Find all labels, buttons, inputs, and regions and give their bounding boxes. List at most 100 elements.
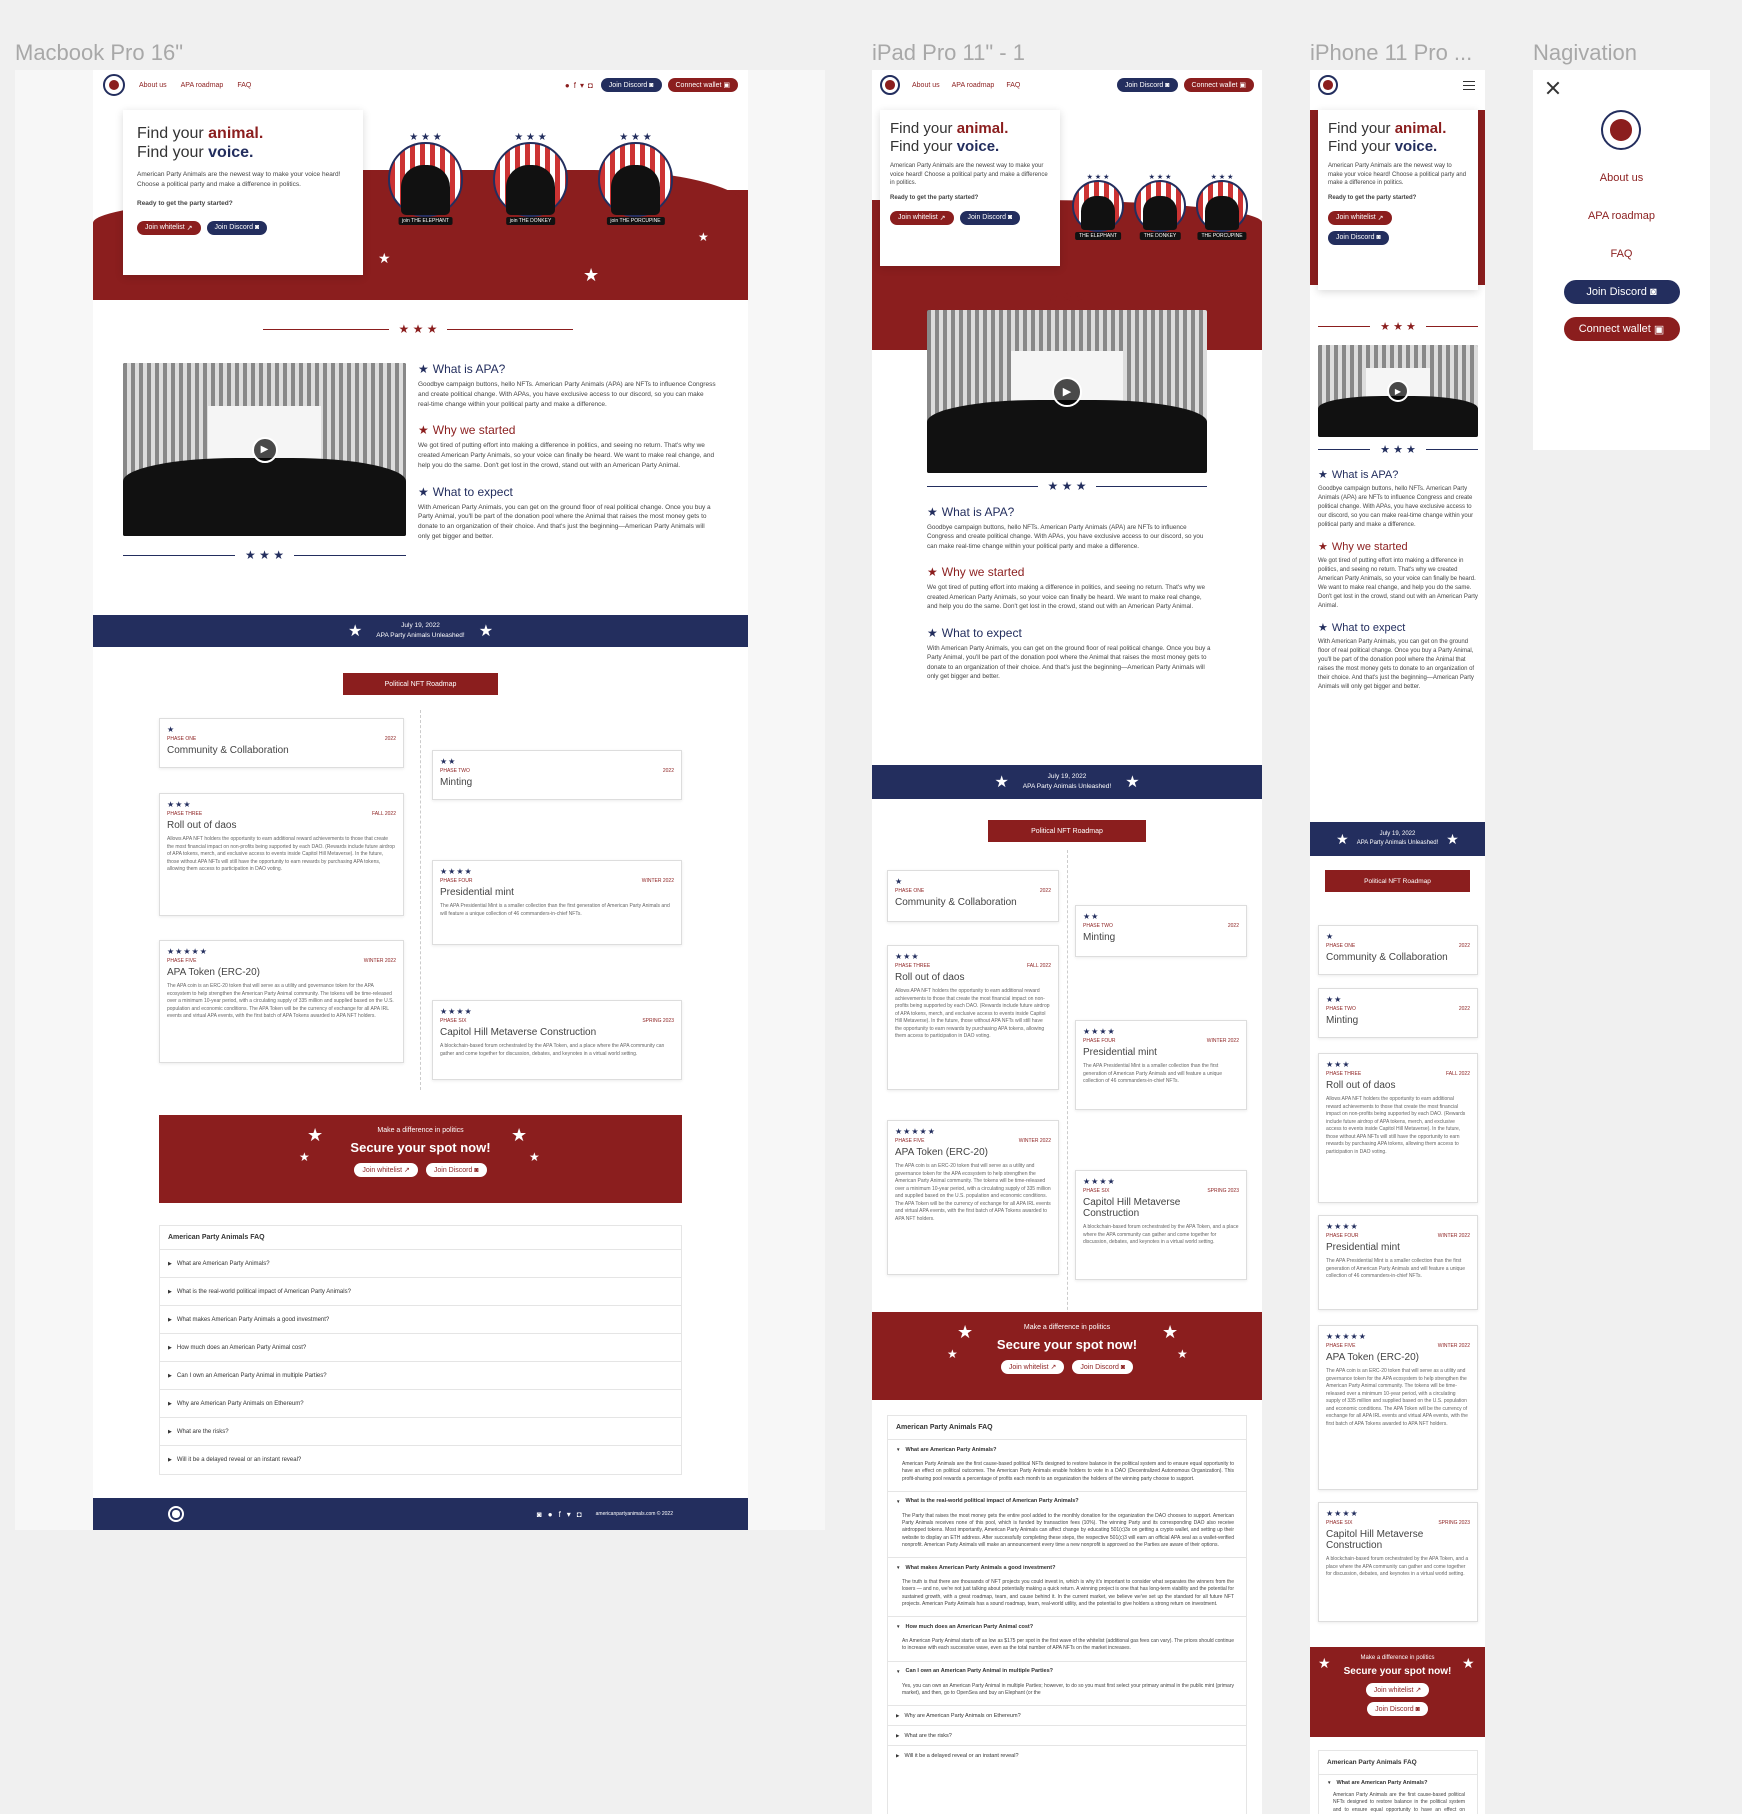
faq-item[interactable]: ▶ What are the risks?: [160, 1417, 681, 1445]
faq-item[interactable]: ▶ What are the risks?: [888, 1725, 1246, 1745]
faq-item[interactable]: ▶ What are American Party Animals?: [160, 1249, 681, 1277]
reddit-icon[interactable]: ●: [565, 81, 570, 90]
faq-item[interactable]: ▼ What is the real-world political impact…: [888, 1490, 1246, 1511]
stars-decoration: ★ ★ ★: [409, 132, 442, 143]
phase-card-3: ★★★ PHASE THREE FALL 2022 Roll out of daos A…: [159, 793, 404, 916]
caret-down-icon: ▼: [896, 1624, 901, 1629]
faq-item[interactable]: ▶ What makes American Party Animals a goo…: [160, 1305, 681, 1333]
star-icon: ★: [957, 1322, 974, 1342]
star-icon: ★: [418, 484, 429, 499]
hero-whitelist-button[interactable]: Join whitelist ↗: [137, 220, 201, 235]
footer-domain[interactable]: americanpartyanimals.com © 2022: [596, 1511, 673, 1517]
faq-item[interactable]: ▼ What makes American Party Animals a goo…: [888, 1557, 1246, 1577]
discord-icon[interactable]: ◙: [537, 1510, 542, 1519]
faq-item[interactable]: ▶ What is the real-world political impact…: [160, 1277, 681, 1305]
nav-about[interactable]: About us: [912, 82, 940, 89]
facebook-icon[interactable]: f: [574, 81, 576, 90]
faq-item[interactable]: ▶ Will it be a delayed reveal or an insta…: [888, 1745, 1246, 1765]
star-icon: ★: [1318, 1655, 1331, 1671]
discord-icon: ◙: [649, 81, 654, 89]
play-icon[interactable]: ▶: [1052, 376, 1082, 407]
hamburger-menu-icon[interactable]: [1463, 81, 1475, 90]
timeline-line: [1067, 850, 1068, 1340]
nav-about[interactable]: About us: [1533, 172, 1710, 184]
faq-item[interactable]: ▶ Why are American Party Animals on Ether…: [888, 1705, 1246, 1725]
join-discord-button[interactable]: Join Discord ◙: [600, 78, 662, 92]
hero-description: American Party Animals are the newest wa…: [890, 163, 1048, 187]
nav-roadmap[interactable]: APA roadmap: [952, 82, 995, 89]
mascot-elephant-label: THE ELEPHANT: [1075, 232, 1121, 240]
apa-logo[interactable]: [880, 75, 900, 95]
faq-item[interactable]: ▼ Can I own an American Party Animal in m…: [888, 1660, 1246, 1681]
star-icon: ★: [927, 625, 938, 640]
nav-roadmap[interactable]: APA roadmap: [181, 82, 224, 89]
faq-question: Why are American Party Animals on Ethere…: [904, 1712, 1021, 1719]
hero-discord-button[interactable]: Join Discord ◙: [959, 210, 1021, 225]
phase-card-2: ★★ PHASE TWO 2022 Minting: [432, 750, 682, 800]
hero-whitelist-button[interactable]: Join whitelist ↗: [890, 210, 954, 225]
instagram-icon[interactable]: ◘: [577, 1510, 582, 1519]
caret-right-icon: ▶: [168, 1316, 172, 1323]
stars-decoration: ★ ★ ★: [1086, 174, 1110, 181]
nav-about[interactable]: About us: [139, 82, 167, 89]
hero-card: Find your animal. Find your voice. Americ…: [880, 110, 1060, 266]
faq-item[interactable]: ▼ What are American Party Animals?: [888, 1439, 1246, 1459]
nav-faq[interactable]: FAQ: [1006, 82, 1020, 89]
macbook-frame: About us APA roadmap FAQ ● f ▾ ◘ Join Di…: [15, 70, 825, 1530]
play-icon[interactable]: ▶: [251, 436, 278, 463]
what-to-expect-body: With American Party Animals, you can get…: [1318, 639, 1475, 690]
cta-discord-button[interactable]: Join Discord ◙: [425, 1163, 487, 1177]
faq-item[interactable]: ▼ What are American Party Animals?: [1319, 1774, 1477, 1790]
hero-ready-text: Ready to get the party started?: [137, 200, 233, 208]
faq-item[interactable]: ▼ How much does an American Party Animal …: [888, 1616, 1246, 1636]
footer-logo[interactable]: [168, 1506, 184, 1522]
facebook-icon[interactable]: f: [559, 1510, 561, 1519]
section-divider: ★ ★ ★: [1318, 443, 1479, 456]
cta-discord-button[interactable]: Join Discord ◙: [1072, 1360, 1134, 1374]
cta-whitelist-button[interactable]: Join whitelist ↗: [354, 1163, 418, 1177]
star-icon: ★: [583, 265, 600, 285]
cta-discord-button[interactable]: Join Discord ◙: [1367, 1702, 1428, 1716]
faq-question: What makes American Party Animals a good…: [905, 1564, 1056, 1571]
nav-faq[interactable]: FAQ: [237, 82, 251, 89]
hero-discord-button[interactable]: Join Discord ◙: [1328, 230, 1389, 245]
apa-logo[interactable]: [1601, 110, 1641, 150]
intro-video[interactable]: ▶: [123, 363, 406, 536]
phase-card-4: ★★★★ PHASE FOUR WINTER 2022 Presidential mi…: [432, 860, 682, 945]
join-discord-button[interactable]: Join Discord ◙: [1116, 78, 1178, 92]
connect-wallet-button[interactable]: Connect wallet ▣: [667, 78, 738, 92]
cta-whitelist-button[interactable]: Join whitelist ↗: [1365, 1683, 1430, 1697]
faq-item[interactable]: ▶ How much does an American Party Animal …: [160, 1333, 681, 1361]
faq-item[interactable]: ▶ Why are American Party Animals on Ether…: [160, 1389, 681, 1417]
star-icon: ★: [347, 623, 363, 640]
connect-wallet-button[interactable]: Connect wallet ▣: [1563, 317, 1680, 341]
faq-item[interactable]: ▶ Will it be a delayed reveal or an insta…: [160, 1445, 681, 1473]
apa-logo[interactable]: [103, 74, 125, 96]
join-discord-button[interactable]: Join Discord ◙: [1563, 280, 1680, 304]
phase-card-3: ★★★ PHASE THREE FALL 2022 Roll out of daos A…: [1318, 1053, 1478, 1203]
hero-headline: Find your animal. Find your voice.: [1328, 120, 1447, 155]
play-icon[interactable]: ▶: [1387, 380, 1409, 402]
cta-whitelist-button[interactable]: Join whitelist ↗: [1000, 1360, 1065, 1374]
launch-banner: ★ July 19, 2022 APA Party Animals Unleash…: [93, 615, 748, 647]
apa-logo[interactable]: [1318, 75, 1338, 95]
twitter-icon[interactable]: ▾: [580, 81, 584, 90]
what-to-expect-title: ★ What to expect: [927, 625, 1022, 640]
hero-discord-button[interactable]: Join Discord ◙: [206, 220, 268, 235]
nav-roadmap[interactable]: APA roadmap: [1533, 210, 1710, 222]
intro-video[interactable]: ▶: [927, 310, 1207, 473]
hero-whitelist-button[interactable]: Join whitelist ↗: [1328, 210, 1392, 225]
close-icon[interactable]: [1545, 80, 1561, 96]
reddit-icon[interactable]: ●: [548, 1510, 553, 1519]
caret-right-icon: ▶: [168, 1372, 172, 1379]
star-icon: ★: [927, 505, 938, 519]
stars-decoration: ★ ★ ★: [619, 132, 652, 143]
intro-video[interactable]: ▶: [1318, 345, 1478, 437]
launch-date: July 19, 2022: [1047, 773, 1087, 781]
connect-wallet-button[interactable]: Connect wallet ▣: [1183, 78, 1254, 92]
nav-faq[interactable]: FAQ: [1533, 248, 1710, 260]
what-to-expect-title: ★ What to expect: [418, 484, 513, 499]
instagram-icon[interactable]: ◘: [588, 81, 593, 90]
faq-item[interactable]: ▶ Can I own an American Party Animal in m…: [160, 1361, 681, 1389]
twitter-icon[interactable]: ▾: [567, 1510, 571, 1519]
